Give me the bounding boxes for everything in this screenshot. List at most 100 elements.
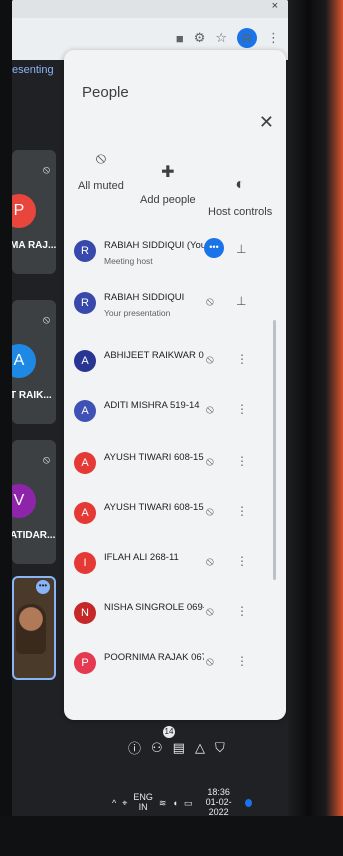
mic-off-icon: ⦸ xyxy=(206,504,214,518)
participant-tile[interactable]: ⦸ P MA RAJ... xyxy=(12,150,56,274)
participant-name: ADITI MISHRA 519-14 xyxy=(104,400,200,411)
add-people-button[interactable]: ✚ Add people xyxy=(140,162,196,206)
list-item[interactable]: R RABIAH SIDDIQUI (You) Meeting host •••… xyxy=(64,236,274,276)
more-vert-icon[interactable]: ⋮ xyxy=(236,504,248,518)
language-code: ENG xyxy=(133,792,153,802)
notification-icon[interactable] xyxy=(244,799,252,807)
toolbar-icons: ■ ⚙ ☆ R ⋮ xyxy=(176,28,280,48)
host-controls-button[interactable]: ◐ Host controls xyxy=(208,176,272,218)
battery-icon[interactable]: ▭ xyxy=(184,798,193,809)
list-item[interactable]: R RABIAH SIDDIQUI Your presentation ⦸ ⊥ xyxy=(64,288,274,328)
unpin-icon[interactable]: ⊥ xyxy=(236,294,246,308)
avatar: R xyxy=(74,292,96,314)
list-item[interactable]: A AYUSH TIWARI 608-15 ⦸ ⋮ xyxy=(64,498,274,538)
language-indicator[interactable]: ENG IN xyxy=(133,793,153,813)
more-vert-icon[interactable]: ⋮ xyxy=(236,402,248,416)
avatar: A xyxy=(74,502,96,524)
avatar: A xyxy=(74,350,96,372)
avatar: I xyxy=(74,552,96,574)
participant-name: AYUSH TIWARI 608-15 xyxy=(104,452,204,463)
volume-icon[interactable]: ◖ xyxy=(172,798,177,808)
list-item[interactable]: N NISHA SINGROLE 069-08 ⦸ ⋮ xyxy=(64,598,274,638)
participant-name: NISHA SINGROLE 069-08 xyxy=(104,602,204,613)
volume-off-icon[interactable]: ⦸ xyxy=(206,294,214,309)
tile-more-options-icon[interactable]: ••• xyxy=(36,580,50,594)
chat-icon[interactable]: ▤ xyxy=(173,740,185,756)
profile-avatar[interactable]: R xyxy=(237,28,257,48)
people-count-badge: 14 xyxy=(163,726,175,738)
clock-date: 01-02-2022 xyxy=(205,797,232,817)
all-muted-label: All muted xyxy=(78,180,124,192)
panel-actions: ⦸ All muted ✚ Add people ◐ Host controls xyxy=(74,150,279,230)
more-vert-icon[interactable]: ⋮ xyxy=(236,454,248,468)
browser-menu-icon[interactable]: ⋮ xyxy=(267,30,280,46)
mic-off-icon: ⦸ xyxy=(206,554,214,568)
mic-off-icon: ⦸ xyxy=(42,164,50,176)
participant-role: Meeting host xyxy=(104,256,153,266)
tile-name: ATIDAR... xyxy=(12,530,56,541)
people-icon[interactable]: ⚇ xyxy=(151,740,163,756)
list-item[interactable]: I IFLAH ALI 268-11 ⦸ ⋮ xyxy=(64,548,274,588)
list-item[interactable]: A ADITI MISHRA 519-14 ⦸ ⋮ xyxy=(64,396,274,436)
more-vert-icon[interactable]: ⋮ xyxy=(236,654,248,668)
self-video-tile[interactable]: ••• xyxy=(12,576,56,680)
avatar: R xyxy=(74,240,96,262)
laptop-screen: × ■ ⚙ ☆ R ⋮ esenting ⦸ P MA RAJ... ⦸ A T… xyxy=(12,0,288,828)
panel-title: People xyxy=(82,84,129,101)
list-item[interactable]: A ABHIJEET RAIKWAR 098-... ⦸ ⋮ xyxy=(64,346,274,386)
more-vert-icon[interactable]: ⋮ xyxy=(236,554,248,568)
people-panel: People ✕ ⦸ All muted ✚ Add people ◐ Host… xyxy=(64,50,286,720)
bookmark-star-icon[interactable]: ☆ xyxy=(215,30,227,46)
location-icon[interactable]: ⌖ xyxy=(122,798,127,809)
participant-role: Your presentation xyxy=(104,308,171,318)
add-person-icon: ✚ xyxy=(161,164,175,181)
toggle-icon: ◐ xyxy=(235,176,245,193)
all-muted-button[interactable]: ⦸ All muted xyxy=(78,150,124,192)
mic-off-icon: ⦸ xyxy=(42,454,50,466)
wifi-icon[interactable]: ≋ xyxy=(159,798,167,809)
pin-icon[interactable]: ⊥ xyxy=(236,242,246,256)
close-icon[interactable]: ✕ xyxy=(259,112,274,133)
avatar: A xyxy=(74,452,96,474)
avatar: N xyxy=(74,602,96,624)
clock[interactable]: 18:36 01-02-2022 xyxy=(198,788,239,818)
region-code: IN xyxy=(138,802,148,812)
tile-name: MA RAJ... xyxy=(12,240,57,251)
participant-name: ABHIJEET RAIKWAR 098-... xyxy=(104,350,204,361)
mic-off-icon: ⦸ xyxy=(206,654,214,668)
tile-avatar: A xyxy=(12,344,36,378)
list-item[interactable]: A AYUSH TIWARI 608-15 ⦸ ⋮ xyxy=(64,448,274,488)
participant-name: RABIAH SIDDIQUI (You) xyxy=(104,240,204,251)
info-icon[interactable]: ⓘ xyxy=(128,738,141,757)
windows-taskbar: ^ ⌖ ENG IN ≋ ◖ ▭ 18:36 01-02-2022 xyxy=(112,788,252,818)
activities-icon[interactable]: △ xyxy=(195,740,205,756)
more-options-icon[interactable]: ••• xyxy=(204,238,224,258)
camera-icon[interactable]: ■ xyxy=(176,31,184,46)
chevron-up-icon[interactable]: ^ xyxy=(112,798,116,808)
presenting-label: esenting xyxy=(12,64,54,76)
host-controls-icon[interactable]: ⛉ xyxy=(215,740,225,756)
mic-off-icon: ⦸ xyxy=(206,352,214,366)
participant-tile[interactable]: ⦸ A T RAIK... xyxy=(12,300,56,424)
participant-name: RABIAH SIDDIQUI xyxy=(104,292,185,303)
mic-off-icon: ⦸ xyxy=(42,314,50,326)
window-close-button[interactable]: × xyxy=(272,0,278,12)
tile-avatar: V xyxy=(12,484,36,518)
self-video-image xyxy=(16,604,46,654)
laptop-bezel-bottom xyxy=(0,816,343,856)
scrollbar[interactable] xyxy=(273,320,276,580)
list-item[interactable]: P POORNIMA RAJAK 067-08 ⦸ ⋮ xyxy=(64,648,274,688)
tile-name: T RAIK... xyxy=(12,390,52,401)
extension-icon[interactable]: ⚙ xyxy=(194,30,206,46)
participant-tile[interactable]: ⦸ V ATIDAR... xyxy=(12,440,56,564)
host-controls-label: Host controls xyxy=(208,206,273,218)
participant-name: IFLAH ALI 268-11 xyxy=(104,552,179,563)
add-people-label: Add people xyxy=(140,194,196,206)
participant-name: AYUSH TIWARI 608-15 xyxy=(104,502,204,513)
more-vert-icon[interactable]: ⋮ xyxy=(236,352,248,366)
mic-off-icon: ⦸ xyxy=(206,454,214,468)
tile-avatar: P xyxy=(12,194,36,228)
more-vert-icon[interactable]: ⋮ xyxy=(236,604,248,618)
mic-off-icon: ⦸ xyxy=(206,402,214,416)
laptop-bezel-right xyxy=(285,0,343,856)
